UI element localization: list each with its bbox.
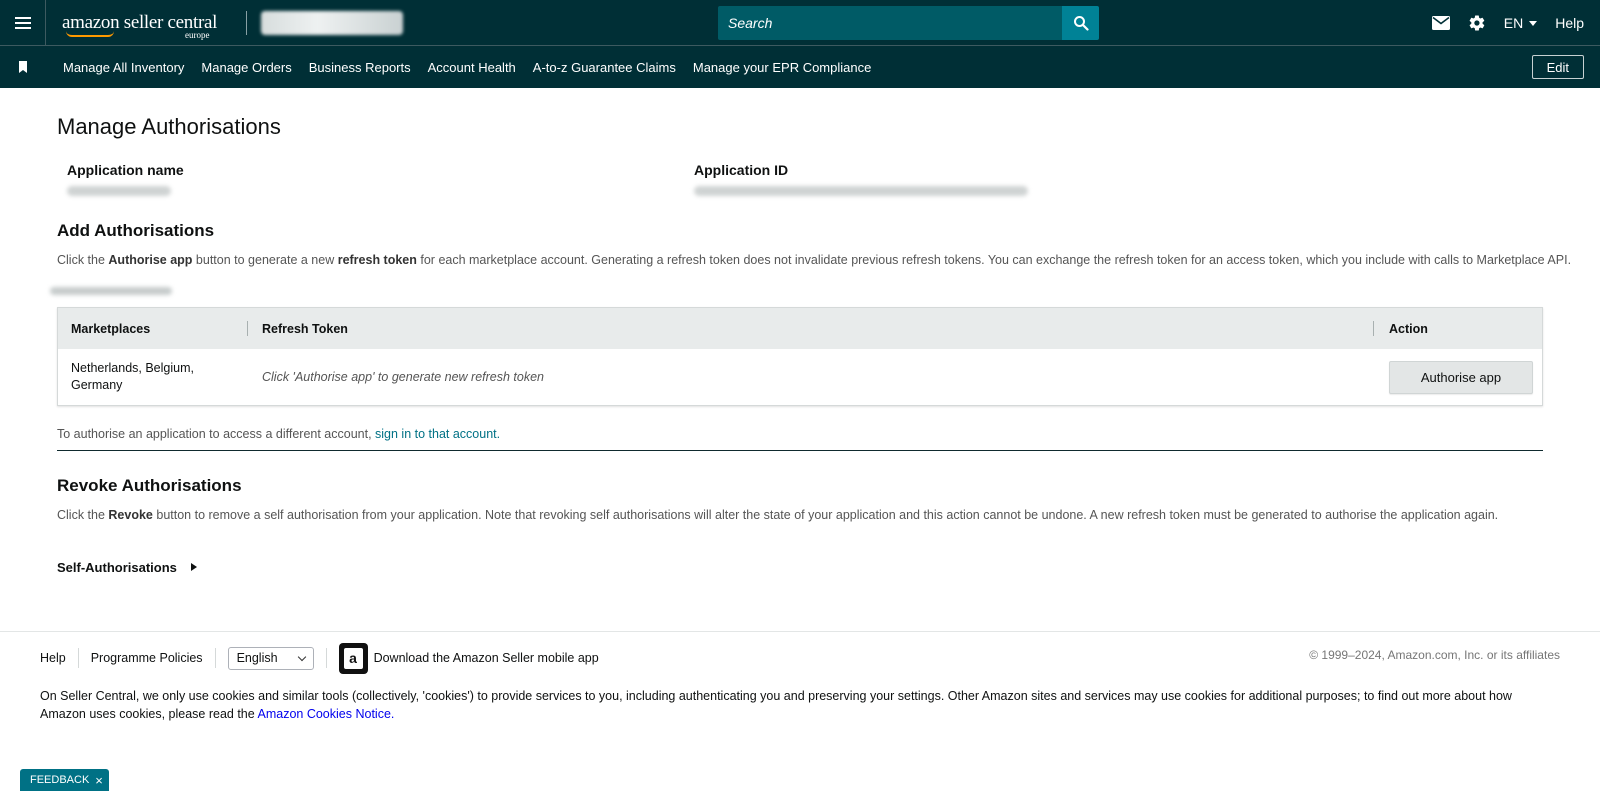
feedback-tab[interactable]: FEEDBACK ×: [20, 769, 109, 791]
footer-divider: [325, 648, 327, 668]
desc-bold-refresh-token: refresh token: [337, 253, 417, 267]
header-refresh-token: Refresh Token: [262, 321, 348, 336]
amazon-smile-icon: [66, 31, 114, 37]
search-input[interactable]: [718, 6, 1062, 40]
nav-epr-compliance[interactable]: Manage your EPR Compliance: [693, 60, 871, 75]
search-icon: [1073, 16, 1089, 31]
search-button[interactable]: [1062, 6, 1099, 40]
desc-bold-authorise: Authorise app: [108, 253, 193, 267]
page-title: Manage Authorisations: [57, 114, 281, 139]
messages-button[interactable]: [1431, 16, 1450, 30]
mail-icon: [1431, 16, 1450, 30]
application-id-label: Application ID: [694, 162, 789, 178]
refresh-token-cell: Click 'Authorise app' to generate new re…: [262, 370, 545, 385]
hamburger-menu-icon[interactable]: [0, 0, 46, 46]
footer-language-select[interactable]: English: [227, 646, 314, 670]
revoke-authorisations-description: Click the Revoke button to remove a self…: [57, 507, 1543, 523]
gear-icon: [1469, 15, 1485, 31]
desc-text: Click the: [57, 253, 109, 267]
header-tools: EN Help: [1414, 0, 1584, 46]
nav-a-to-z-claims[interactable]: A-to-z Guarantee Claims: [533, 60, 676, 75]
revoke-authorisations-heading: Revoke Authorisations: [57, 476, 242, 496]
application-name-value-redacted: [67, 186, 171, 196]
marketplaces-cell: Netherlands, Belgium, Germany: [71, 361, 194, 393]
application-info: Application name Application ID: [57, 162, 1543, 196]
application-name-block: Application name: [67, 162, 694, 196]
account-group-label-redacted: [50, 287, 172, 296]
region-text: europe: [185, 29, 210, 40]
download-app-link[interactable]: Download the Amazon Seller mobile app: [374, 651, 599, 665]
language-selector[interactable]: EN: [1503, 15, 1538, 31]
cookie-notice: On Seller Central, we only use cookies a…: [40, 687, 1560, 723]
bookmark-icon[interactable]: [0, 61, 46, 73]
close-icon[interactable]: ×: [95, 773, 103, 788]
seller-central-logo[interactable]: amazon seller central europe: [62, 3, 222, 43]
footer-help-link[interactable]: Help: [40, 651, 66, 665]
footer-divider: [77, 648, 79, 668]
cookies-notice-link[interactable]: Amazon Cookies Notice.: [258, 707, 395, 721]
account-switcher[interactable]: [261, 10, 403, 35]
expand-arrow-icon: [190, 563, 197, 571]
header-divider: [246, 10, 247, 35]
add-authorisations-description: Click the Authorise app button to genera…: [57, 252, 1571, 268]
nav-manage-inventory[interactable]: Manage All Inventory: [63, 60, 184, 75]
header-action: Action: [1389, 321, 1428, 336]
authorise-app-button[interactable]: Authorise app: [1389, 360, 1533, 394]
sign-in-link[interactable]: sign in to that account.: [375, 427, 500, 441]
self-authorisations-toggle[interactable]: Self-Authorisations: [57, 560, 1543, 575]
action-cell: Authorise app: [1374, 360, 1542, 394]
feedback-label: FEEDBACK: [30, 774, 90, 786]
footer-links: Help Programme Policies English a Downlo…: [40, 632, 1560, 684]
application-id-block: Application ID: [694, 162, 1321, 196]
desc-text: button to remove a self authorisation fr…: [152, 508, 1499, 523]
self-authorisations-label: Self-Authorisations: [57, 559, 177, 575]
application-name-label: Application name: [67, 162, 184, 178]
programme-policies-link[interactable]: Programme Policies: [91, 651, 203, 665]
header-marketplaces: Marketplaces: [71, 321, 151, 336]
settings-button[interactable]: [1468, 14, 1486, 32]
help-link[interactable]: Help: [1555, 15, 1584, 31]
table-header: Marketplaces Refresh Token Action: [58, 308, 1542, 350]
desc-text: button to generate a new: [192, 253, 338, 267]
page-footer: Help Programme Policies English a Downlo…: [0, 631, 1600, 723]
desc-text: Click the: [57, 508, 109, 523]
seller-app-icon[interactable]: a: [338, 642, 368, 674]
desc-text: for each marketplace account. Generating…: [416, 253, 1572, 267]
switch-account-note: To authorise an application to access a …: [57, 427, 1543, 452]
main-content: Manage Authorisations Application name A…: [0, 114, 1600, 575]
search-bar: [718, 6, 1099, 40]
bookmark-nav: Manage All Inventory Manage Orders Busin…: [0, 46, 1600, 88]
copyright-text: © 1999–2024, Amazon.com, Inc. or its aff…: [1309, 648, 1560, 662]
app-icon-letter: a: [343, 647, 363, 669]
application-id-value-redacted: [694, 186, 1028, 196]
edit-bookmarks-button[interactable]: Edit: [1531, 55, 1584, 79]
add-authorisations-heading: Add Authorisations: [57, 221, 215, 240]
nav-account-health[interactable]: Account Health: [428, 60, 516, 75]
footer-divider: [214, 648, 216, 668]
chevron-down-icon: [297, 652, 306, 661]
nav-business-reports[interactable]: Business Reports: [309, 60, 411, 75]
switch-text: To authorise an application to access a …: [57, 427, 376, 442]
top-header: amazon seller central europe EN Help: [0, 0, 1600, 46]
nav-manage-orders[interactable]: Manage Orders: [201, 60, 291, 75]
authorisations-table: Marketplaces Refresh Token Action Nether…: [57, 307, 1543, 407]
desc-bold-revoke: Revoke: [108, 508, 153, 523]
table-row: Netherlands, Belgium, Germany Click 'Aut…: [58, 349, 1542, 405]
caret-down-icon: [1529, 20, 1538, 26]
language-label: EN: [1503, 15, 1524, 31]
footer-language-value: English: [236, 651, 278, 665]
